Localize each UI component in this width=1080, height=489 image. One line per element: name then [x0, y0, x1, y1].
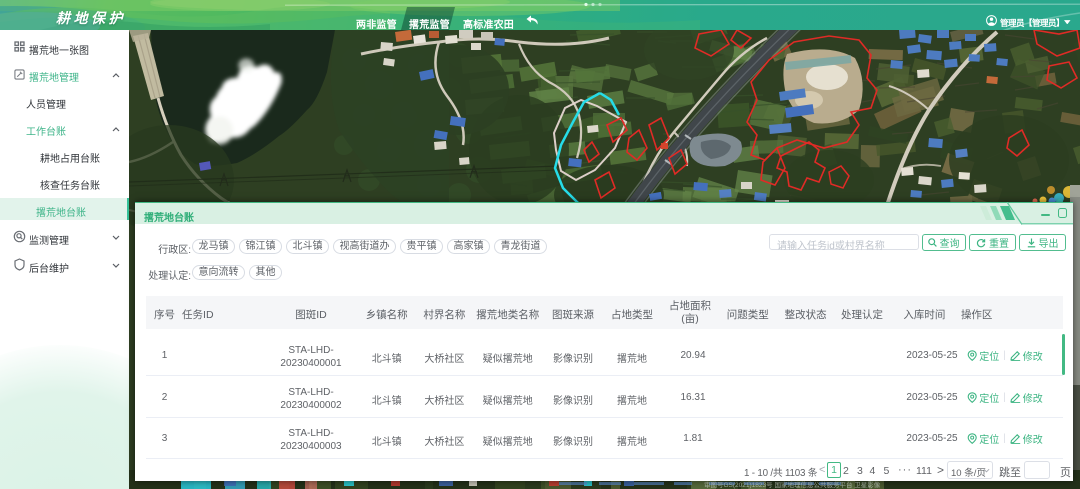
svg-text:审图号GS(2021)1823号 国家地理信息公共服务平台: 审图号GS(2021)1823号 国家地理信息公共服务平台 卫星影像	[704, 480, 881, 489]
